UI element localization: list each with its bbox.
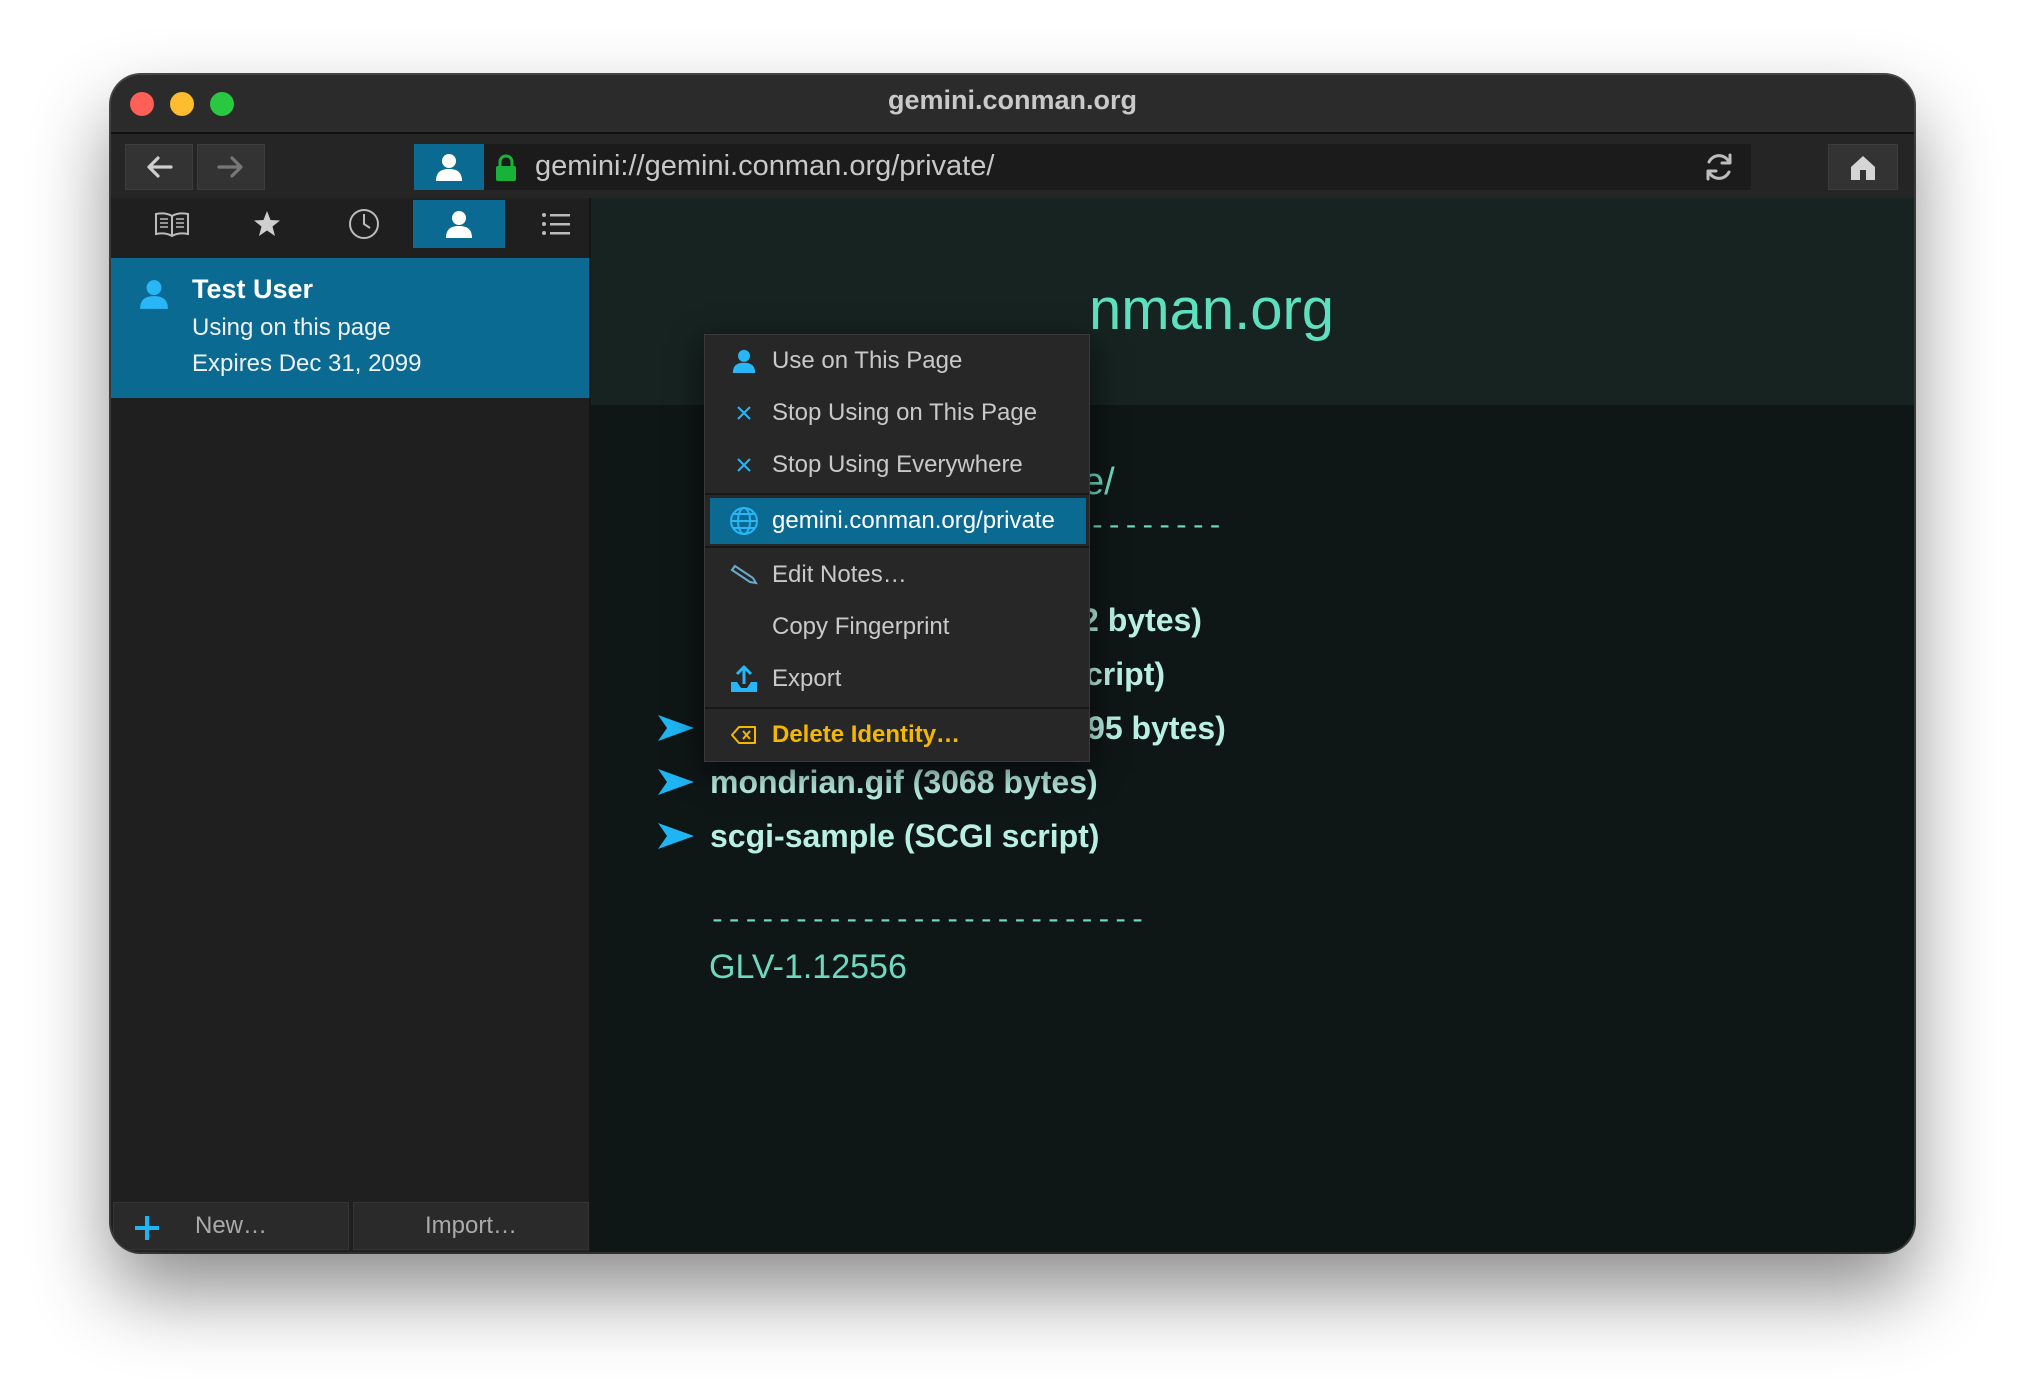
rule-bottom: --------------------------: [709, 906, 1146, 937]
home-button[interactable]: [1828, 144, 1898, 190]
menu-separator: [705, 546, 1089, 548]
menu-site-item[interactable]: gemini.conman.org/private: [710, 498, 1086, 544]
menu-copy-fingerprint[interactable]: Copy Fingerprint: [705, 603, 1089, 651]
arrow-left-icon: [147, 156, 173, 178]
tab-favorites[interactable]: [221, 200, 313, 248]
new-identity-button[interactable]: New…: [113, 1202, 349, 1250]
link-arrow-icon: [658, 715, 694, 741]
delete-backspace-icon: [728, 719, 760, 751]
title-bar: gemini.conman.org: [111, 75, 1914, 134]
arrow-right-icon: [217, 156, 243, 178]
identity-button[interactable]: [414, 144, 484, 190]
list-icon: [542, 213, 570, 235]
pencil-icon: [728, 559, 760, 591]
identity-status: Using on this page: [192, 314, 391, 341]
menu-delete-identity[interactable]: Delete Identity…: [705, 711, 1089, 759]
export-icon: [728, 663, 760, 695]
plus-icon: [135, 1216, 159, 1240]
page-footer: GLV-1.12556: [709, 948, 907, 986]
link-text-partial[interactable]: 2 bytes): [1081, 602, 1202, 639]
menu-export[interactable]: Export: [705, 655, 1089, 703]
toolbar: gemini://gemini.conman.org/private/: [111, 134, 1914, 198]
menu-stop-using-everywhere[interactable]: Stop Using Everywhere: [705, 441, 1089, 489]
star-icon: [254, 211, 280, 236]
menu-label: Stop Using on This Page: [772, 399, 1038, 426]
window-title: gemini.conman.org: [887, 85, 1138, 115]
tab-history[interactable]: [318, 200, 410, 248]
new-identity-label: New…: [194, 1212, 267, 1239]
import-identity-button[interactable]: Import…: [353, 1202, 589, 1250]
link-text[interactable]: mondrian.gif (3068 bytes): [710, 764, 1098, 801]
sidebar: Test User Using on this page Expires Dec…: [111, 198, 591, 1252]
identity-context-menu: Use on This Page Stop Using on This Page…: [704, 334, 1090, 762]
menu-separator: [705, 493, 1089, 495]
browser-window: gemini.conman.org gemini://gemini.conman…: [111, 75, 1914, 1252]
menu-label: Copy Fingerprint: [772, 613, 950, 640]
menu-label: Edit Notes…: [772, 561, 907, 588]
import-identity-label: Import…: [424, 1212, 517, 1239]
link-row[interactable]: 2 bytes): [1081, 600, 1202, 640]
person-icon: [446, 211, 472, 238]
lock-icon: [496, 154, 516, 181]
rule-top: --------: [1089, 512, 1224, 543]
x-icon: [728, 449, 760, 481]
clock-icon: [349, 209, 379, 239]
link-mondrian[interactable]: mondrian.gif (3068 bytes): [657, 762, 1098, 802]
identity-expiry: Expires Dec 31, 2099: [192, 350, 422, 377]
open-book-icon: [155, 212, 189, 238]
link-scgi-sample[interactable]: scgi-sample (SCGI script): [657, 816, 1099, 856]
menu-use-on-page[interactable]: Use on This Page: [705, 337, 1089, 385]
person-icon: [436, 154, 462, 181]
link-text-partial[interactable]: cript): [1085, 656, 1165, 693]
menu-separator: [705, 707, 1089, 709]
link-arrow-icon: [658, 769, 694, 795]
menu-stop-using-page[interactable]: Stop Using on This Page: [705, 389, 1089, 437]
tab-outline[interactable]: [510, 200, 602, 248]
forward-button[interactable]: [197, 144, 265, 190]
sidebar-bottom-bar: New… Import…: [111, 1200, 589, 1252]
identity-list-item[interactable]: Test User Using on this page Expires Dec…: [111, 258, 589, 398]
home-icon: [1851, 156, 1875, 180]
reload-icon[interactable]: [1703, 151, 1735, 183]
banner-title: nman.org: [1089, 277, 1335, 342]
globe-icon: [728, 505, 760, 537]
back-button[interactable]: [125, 144, 193, 190]
identity-name: Test User: [192, 274, 314, 304]
menu-label: gemini.conman.org/private: [772, 507, 1055, 534]
x-icon: [728, 397, 760, 429]
sidebar-tabs: [111, 198, 589, 258]
tab-bookmarks[interactable]: [126, 200, 218, 248]
menu-label: Stop Using Everywhere: [772, 451, 1023, 478]
person-icon: [140, 280, 168, 309]
link-row[interactable]: cript): [1085, 654, 1165, 694]
menu-label: Use on This Page: [772, 347, 963, 374]
menu-label: Export: [772, 665, 842, 692]
person-icon: [728, 345, 760, 377]
menu-edit-notes[interactable]: Edit Notes…: [705, 551, 1089, 599]
link-arrow-icon: [658, 823, 694, 849]
url-bar[interactable]: gemini://gemini.conman.org/private/: [414, 144, 1751, 190]
tab-identities[interactable]: [413, 200, 505, 248]
menu-label: Delete Identity…: [772, 721, 961, 748]
url-text[interactable]: gemini://gemini.conman.org/private/: [535, 150, 994, 183]
link-text[interactable]: scgi-sample (SCGI script): [710, 818, 1099, 855]
